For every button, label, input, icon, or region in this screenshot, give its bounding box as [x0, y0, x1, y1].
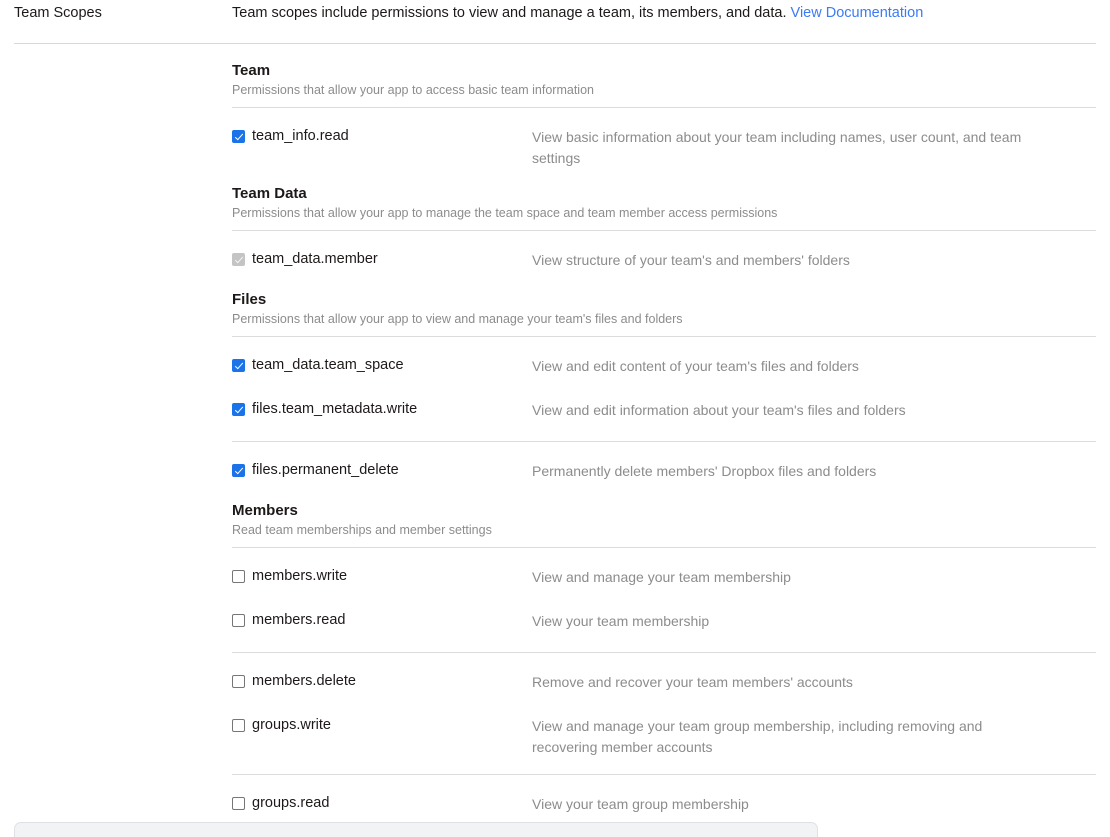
- scope-group: MembersRead team memberships and member …: [232, 500, 1096, 819]
- scope-checkbox-team_data.member: [232, 253, 245, 266]
- row-spacer: [232, 758, 1096, 774]
- scope-description: View your team group membership: [532, 794, 1047, 815]
- scope-group-divider: [232, 336, 1096, 337]
- scope-row[interactable]: members.write View and manage your team m…: [232, 567, 1096, 592]
- team-scopes-header: Team Scopes Team scopes include permissi…: [0, 0, 1110, 43]
- scope-description: View basic information about your team i…: [532, 127, 1047, 169]
- scope-group-header: FilesPermissions that allow your app to …: [232, 289, 1096, 328]
- scope-checkbox-team_data.team_space[interactable]: [232, 359, 245, 372]
- scope-checkbox-groups.read[interactable]: [232, 797, 245, 810]
- scope-name: team_info.read: [252, 127, 349, 146]
- scope-group-title: Team: [232, 60, 1096, 81]
- scope-group-title: Members: [232, 500, 1096, 521]
- scope-row[interactable]: team_info.read View basic information abo…: [232, 127, 1096, 169]
- scope-description: View and edit content of your team's fil…: [532, 356, 1047, 377]
- scope-row[interactable]: members.delete Remove and recover your te…: [232, 672, 1096, 697]
- scope-row[interactable]: team_data.member View structure of your t…: [232, 250, 1096, 275]
- scope-checkbox-members.write[interactable]: [232, 570, 245, 583]
- scope-row-control[interactable]: members.write: [232, 567, 532, 586]
- scope-description: View and edit information about your tea…: [532, 400, 1047, 421]
- scope-row-control[interactable]: team_info.read: [232, 127, 532, 146]
- scope-name: team_data.team_space: [252, 356, 404, 375]
- scope-group-divider: [232, 107, 1096, 108]
- scope-name: groups.write: [252, 716, 331, 735]
- team-scopes-label: Team Scopes: [14, 3, 102, 23]
- scope-group: Team DataPermissions that allow your app…: [232, 183, 1096, 275]
- scope-checkbox-files.permanent_delete[interactable]: [232, 464, 245, 477]
- scope-row[interactable]: files.team_metadata.write View and edit i…: [232, 400, 1096, 425]
- scope-description: Remove and recover your team members' ac…: [532, 672, 1047, 693]
- view-documentation-link[interactable]: View Documentation: [791, 5, 924, 21]
- scope-name: members.delete: [252, 672, 356, 691]
- scope-checkbox-team_info.read[interactable]: [232, 130, 245, 143]
- scope-checkbox-groups.write[interactable]: [232, 719, 245, 732]
- scope-row[interactable]: files.permanent_delete Permanently delete…: [232, 461, 1096, 486]
- row-spacer: [232, 636, 1096, 652]
- scope-name: team_data.member: [252, 250, 378, 269]
- scope-row-control[interactable]: files.team_metadata.write: [232, 400, 532, 419]
- scope-row-control[interactable]: groups.read: [232, 794, 532, 813]
- scope-row-control[interactable]: members.delete: [232, 672, 532, 691]
- scope-group-subtitle: Permissions that allow your app to view …: [232, 311, 1096, 328]
- scope-group: FilesPermissions that allow your app to …: [232, 289, 1096, 486]
- scope-checkbox-files.team_metadata.write[interactable]: [232, 403, 245, 416]
- scope-group-title: Files: [232, 289, 1096, 310]
- scope-row-divider: [232, 774, 1096, 775]
- bottom-overlay-panel[interactable]: [14, 822, 818, 837]
- scope-name: groups.read: [252, 794, 329, 813]
- scope-group-subtitle: Read team memberships and member setting…: [232, 522, 1096, 539]
- scope-row-control[interactable]: files.permanent_delete: [232, 461, 532, 480]
- scope-row[interactable]: groups.read View your team group membersh…: [232, 794, 1096, 819]
- scope-description: Permanently delete members' Dropbox file…: [532, 461, 1047, 482]
- scope-row-control[interactable]: team_data.member: [232, 250, 532, 269]
- scope-checkbox-members.read[interactable]: [232, 614, 245, 627]
- scope-row[interactable]: team_data.team_space View and edit conten…: [232, 356, 1096, 381]
- scope-row[interactable]: groups.write View and manage your team gr…: [232, 716, 1096, 758]
- scope-row[interactable]: members.read View your team membership: [232, 611, 1096, 636]
- scope-description: View and manage your team membership: [532, 567, 1047, 588]
- header-divider: [14, 43, 1096, 44]
- scope-group-header: MembersRead team memberships and member …: [232, 500, 1096, 539]
- scope-description: View your team membership: [532, 611, 1047, 632]
- scope-group-subtitle: Permissions that allow your app to manag…: [232, 205, 1096, 222]
- scope-row-control[interactable]: team_data.team_space: [232, 356, 532, 375]
- scope-group-divider: [232, 230, 1096, 231]
- scope-group-title: Team Data: [232, 183, 1096, 204]
- row-spacer: [232, 425, 1096, 441]
- scope-row-control[interactable]: groups.write: [232, 716, 532, 735]
- scopes-list: TeamPermissions that allow your app to a…: [232, 60, 1096, 837]
- scope-description: View structure of your team's and member…: [532, 250, 1047, 271]
- scope-group-subtitle: Permissions that allow your app to acces…: [232, 82, 1096, 99]
- team-scopes-description: Team scopes include permissions to view …: [232, 3, 1092, 23]
- team-scopes-description-text: Team scopes include permissions to view …: [232, 5, 787, 21]
- scope-checkbox-members.delete[interactable]: [232, 675, 245, 688]
- scope-name: files.team_metadata.write: [252, 400, 417, 419]
- scope-description: View and manage your team group membersh…: [532, 716, 1047, 758]
- scope-group: TeamPermissions that allow your app to a…: [232, 60, 1096, 169]
- scope-name: members.write: [252, 567, 347, 586]
- scope-group-header: Team DataPermissions that allow your app…: [232, 183, 1096, 222]
- scope-row-divider: [232, 441, 1096, 442]
- scope-name: members.read: [252, 611, 345, 630]
- scope-row-divider: [232, 652, 1096, 653]
- scope-group-header: TeamPermissions that allow your app to a…: [232, 60, 1096, 99]
- scope-name: files.permanent_delete: [252, 461, 399, 480]
- scope-group-divider: [232, 547, 1096, 548]
- scope-row-control[interactable]: members.read: [232, 611, 532, 630]
- scopes-page: Team Scopes Team scopes include permissi…: [0, 0, 1110, 837]
